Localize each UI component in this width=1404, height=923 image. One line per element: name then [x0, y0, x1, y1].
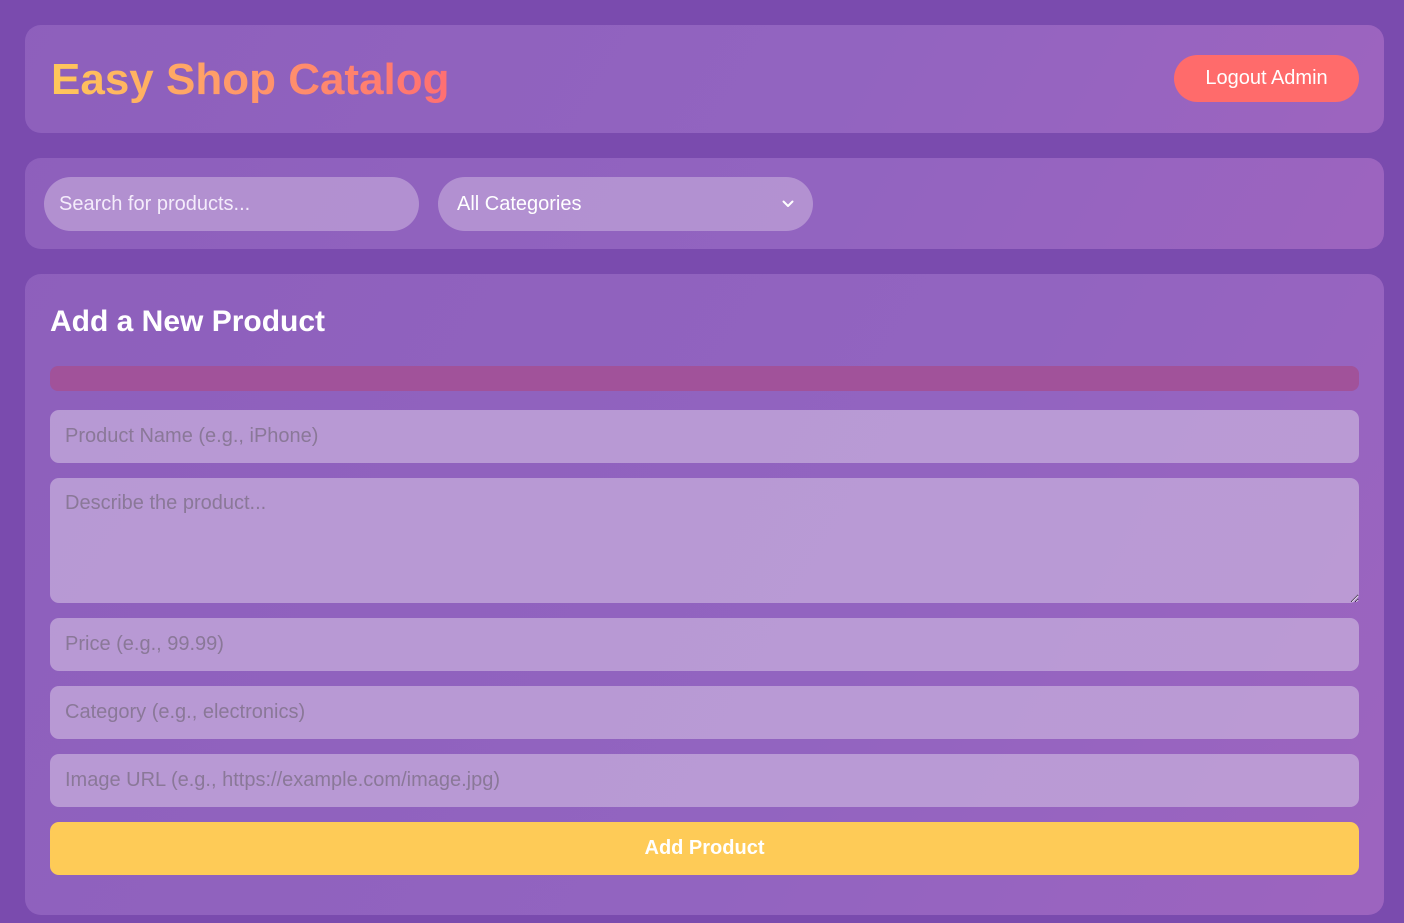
product-price-input[interactable] [50, 618, 1359, 671]
section-title: Add a New Product [50, 305, 326, 338]
product-name-input[interactable] [50, 410, 1359, 463]
category-filter-select[interactable]: All Categories [438, 177, 813, 231]
category-filter-value: All Categories [457, 192, 582, 215]
add-product-button[interactable]: Add Product [50, 822, 1359, 875]
add-product-panel: Add a New Product Add Product [25, 274, 1384, 915]
header-panel: Easy Shop Catalog Logout Admin [25, 25, 1384, 133]
product-description-textarea[interactable] [50, 478, 1359, 603]
logout-button[interactable]: Logout Admin [1174, 55, 1359, 102]
search-input[interactable] [44, 177, 419, 231]
product-category-input[interactable] [50, 686, 1359, 739]
app-title: Easy Shop Catalog [51, 55, 450, 104]
chevron-down-icon [782, 200, 794, 207]
product-image-url-input[interactable] [50, 754, 1359, 807]
form-message-bar [50, 366, 1359, 391]
filter-bar: All Categories [25, 158, 1384, 249]
